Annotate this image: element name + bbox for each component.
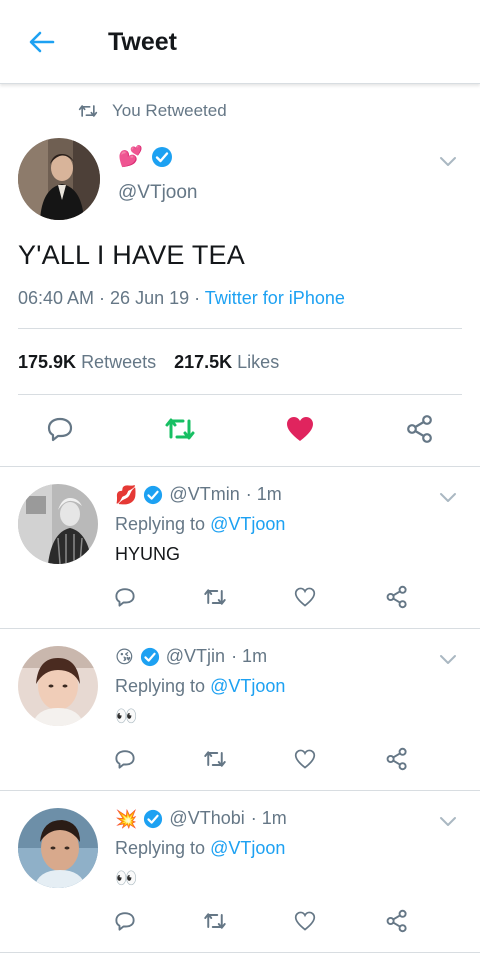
replying-to-link[interactable]: @VTjoon — [210, 676, 285, 696]
retweet-icon — [204, 589, 226, 605]
share-icon — [407, 415, 432, 443]
display-name-emoji: 😘 — [115, 646, 134, 667]
reply-time: · 1m — [231, 646, 268, 666]
likes-label: Likes — [237, 352, 280, 372]
verified-badge-icon — [140, 647, 159, 666]
heart-icon — [294, 911, 316, 931]
replying-to: Replying to @VTjoon — [115, 676, 285, 697]
replying-to: Replying to @VTjoon — [115, 514, 285, 535]
like-button[interactable] — [283, 412, 317, 446]
verified-badge-icon — [144, 485, 163, 504]
reply-header: 😘 @VTjin · 1m — [115, 646, 267, 667]
reply-tweet[interactable]: 😘 @VTjin · 1m Replying to @VTjoon 👀 — [0, 628, 480, 790]
retweet-icon — [204, 751, 226, 767]
share-button[interactable] — [384, 908, 410, 934]
likes-stat[interactable]: 217.5K Likes — [174, 352, 279, 372]
reply-handle[interactable]: @VThobi — [169, 808, 244, 829]
like-button[interactable] — [292, 746, 318, 772]
tweet-time: 06:40 AM · 26 Jun 19 · — [18, 288, 205, 308]
chevron-down-icon[interactable] — [438, 814, 458, 828]
heart-icon — [287, 417, 313, 441]
tweet-stats: 175.9K Retweets 217.5K Likes — [18, 352, 279, 373]
replying-to-link[interactable]: @VTjoon — [210, 838, 285, 858]
reply-button[interactable] — [112, 908, 138, 934]
share-button[interactable] — [384, 746, 410, 772]
retweet-button[interactable] — [202, 584, 228, 610]
display-name-emoji: 💥 — [115, 808, 138, 829]
retweet-button[interactable] — [202, 746, 228, 772]
divider — [18, 394, 462, 395]
tweet-source-link[interactable]: Twitter for iPhone — [205, 288, 345, 308]
page-title: Tweet — [108, 28, 177, 56]
retweet-button[interactable] — [202, 908, 228, 934]
retweet-icon — [78, 105, 98, 117]
reply-icon — [115, 750, 135, 769]
heart-icon — [294, 749, 316, 769]
share-icon — [386, 909, 407, 933]
tweet-text: Y'ALL I HAVE TEA — [18, 240, 245, 270]
chevron-down-icon[interactable] — [438, 154, 458, 168]
replying-to-link[interactable]: @VTjoon — [210, 514, 285, 534]
back-arrow-icon — [29, 31, 55, 53]
replying-prefix: Replying to — [115, 514, 206, 534]
reply-icon — [115, 912, 135, 931]
tweet-actions — [0, 412, 480, 452]
share-icon — [386, 747, 407, 771]
reply-handle[interactable]: @VTmin — [169, 484, 239, 505]
display-name-emoji: 💕 — [118, 146, 143, 168]
divider — [0, 952, 480, 953]
retweets-stat[interactable]: 175.9K Retweets — [18, 352, 156, 372]
chevron-down-icon[interactable] — [438, 490, 458, 504]
avatar[interactable] — [18, 138, 100, 220]
reply-handle[interactable]: @VTjin — [166, 646, 225, 667]
share-icon — [386, 585, 407, 609]
reply-time: · 1m — [250, 808, 287, 828]
retweets-count: 175.9K — [18, 352, 77, 372]
reply-tweet[interactable]: 💥 @VThobi · 1m Replying to @VTjoon 👀 — [0, 790, 480, 952]
divider — [18, 328, 462, 329]
reply-text: 👀 — [115, 706, 138, 726]
replying-prefix: Replying to — [115, 676, 206, 696]
reply-text: HYUNG — [115, 544, 181, 564]
likes-count: 217.5K — [174, 352, 233, 372]
reply-icon — [47, 417, 73, 442]
reply-button[interactable] — [112, 746, 138, 772]
tweet-timestamp: 06:40 AM · 26 Jun 19 · Twitter for iPhon… — [18, 288, 345, 309]
retweet-icon — [204, 913, 226, 929]
avatar[interactable] — [18, 646, 98, 726]
verified-badge-icon — [151, 147, 172, 167]
share-button[interactable] — [384, 584, 410, 610]
reply-button[interactable] — [43, 412, 77, 446]
reply-tweet[interactable]: 💋 @VTmin · 1m Replying to @VTjoon HYUNG — [0, 466, 480, 628]
top-app-bar: Tweet — [0, 0, 480, 84]
share-button[interactable] — [403, 412, 437, 446]
reply-header: 💥 @VThobi · 1m — [115, 808, 287, 829]
retweet-icon — [165, 418, 195, 440]
verified-badge-icon — [144, 809, 163, 828]
reply-icon — [115, 588, 135, 607]
heart-icon — [294, 587, 316, 607]
retweeted-indicator: You Retweeted — [78, 100, 227, 122]
replying-to: Replying to @VTjoon — [115, 838, 285, 859]
reply-time: · 1m — [245, 484, 282, 504]
reply-text: 👀 — [115, 868, 138, 888]
chevron-down-icon[interactable] — [438, 652, 458, 666]
retweet-note-text: You Retweeted — [112, 101, 227, 120]
author-handle[interactable]: @VTjoon — [118, 182, 198, 204]
author-name-row[interactable]: 💕 — [118, 146, 173, 168]
reply-header: 💋 @VTmin · 1m — [115, 484, 282, 505]
retweets-label: Retweets — [81, 352, 157, 372]
back-button[interactable] — [22, 22, 62, 62]
replying-prefix: Replying to — [115, 838, 206, 858]
avatar[interactable] — [18, 484, 98, 564]
avatar[interactable] — [18, 808, 98, 888]
like-button[interactable] — [292, 584, 318, 610]
display-name-emoji: 💋 — [115, 484, 138, 505]
like-button[interactable] — [292, 908, 318, 934]
reply-button[interactable] — [112, 584, 138, 610]
retweet-button[interactable] — [163, 412, 197, 446]
